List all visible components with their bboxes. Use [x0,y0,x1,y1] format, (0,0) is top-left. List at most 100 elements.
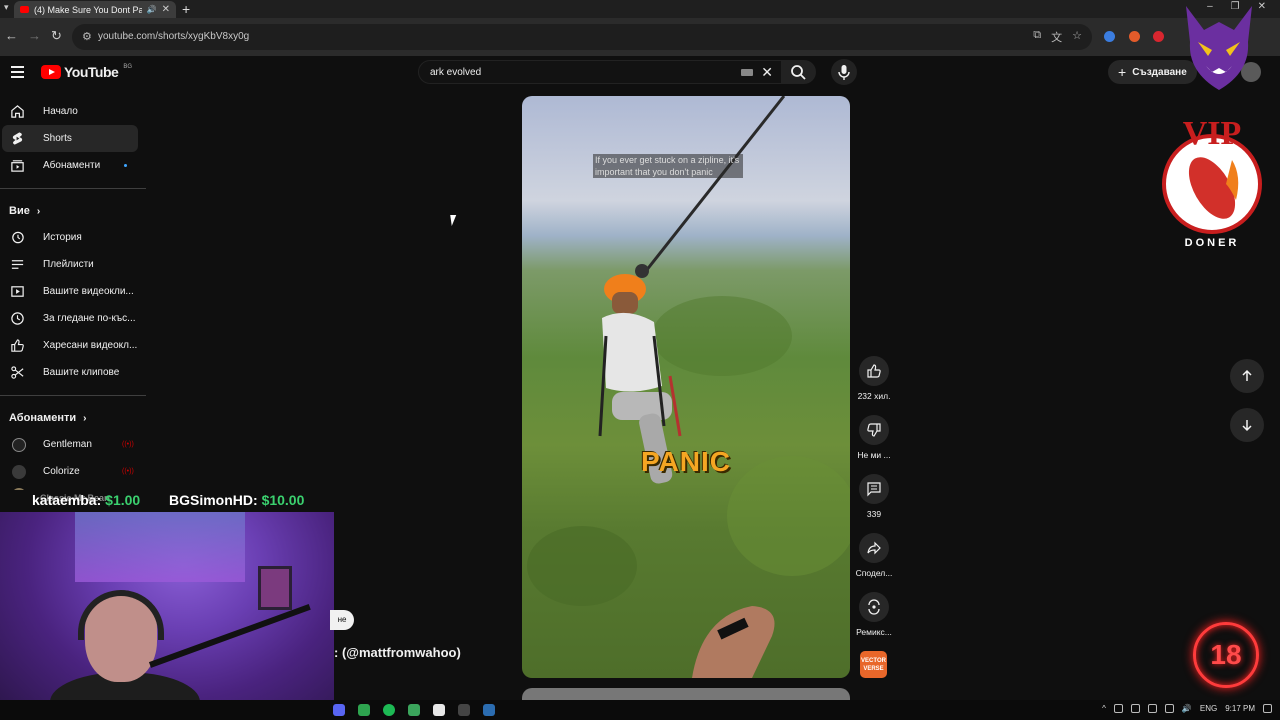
extension-icon[interactable] [1153,31,1164,42]
voice-search-button[interactable] [831,59,857,85]
sidebar-you-heading[interactable]: Вие › [0,198,148,224]
donor-name: BGSimonHD: [169,492,258,508]
video-frame-graphic [527,96,850,678]
subscriptions-heading-text: Абонаменти [9,412,77,424]
comments-button[interactable]: 339 [852,474,896,533]
discord-icon[interactable] [333,704,345,716]
search-button[interactable] [782,60,816,84]
you-heading-text: Вие [9,205,30,217]
sidebar-subscriptions-heading[interactable]: Абонаменти › [0,405,148,431]
mic-arm-graphic [148,604,311,668]
clock[interactable]: 9:17 PM [1225,704,1255,713]
spotify-icon[interactable] [383,704,395,716]
sidebar-item-clips[interactable]: Вашите клипове [2,359,146,386]
your-videos-icon [11,286,24,297]
app-icon[interactable] [408,704,420,716]
subscribe-pill[interactable]: не [330,610,354,630]
share-button[interactable]: Сподел... [852,533,896,592]
channel-avatar [12,438,26,452]
tray-app-icon[interactable] [1130,704,1140,713]
dislike-button[interactable]: Не ми ... [852,415,896,474]
watch-later-icon [11,312,24,325]
microphone-tray-icon[interactable] [1147,704,1157,713]
share-icon [867,541,881,555]
app-icon[interactable] [458,704,470,716]
short-video-player[interactable]: If you ever get stuck on a zipline, it's… [522,96,850,678]
channel-handle[interactable]: : (@mattfromwahoo) [334,645,461,660]
sidebar-item-shorts[interactable]: Shorts [2,125,138,152]
search-icon [791,65,806,80]
chevron-right-icon: › [36,205,41,217]
extension-icon[interactable] [1129,31,1140,42]
volume-icon[interactable]: 🔊 [1182,704,1192,713]
menu-icon[interactable] [11,66,24,81]
tab-search-icon[interactable]: ▾ [4,2,9,13]
browser-tab[interactable]: (4) Make Sure You Dont Pa 🔊 ✕ [14,1,176,18]
wall-poster [75,512,245,582]
like-button[interactable]: 232 хил. [852,356,896,415]
arrow-up-icon [1242,369,1252,381]
reload-icon[interactable]: ↻ [51,28,62,44]
notifications-icon[interactable] [1263,704,1272,713]
sidebar-item-liked[interactable]: Харесани видеокл... [2,332,146,359]
forward-icon[interactable]: → [28,28,41,43]
extension-icon[interactable] [1104,31,1115,42]
search-input[interactable]: ark evolved ✕ [418,60,782,84]
file-icon[interactable] [433,704,445,716]
doner-text: DONER [1185,237,1240,249]
bookmark-star-icon[interactable]: ☆ [1072,29,1082,45]
like-button-circle [859,356,889,386]
network-icon[interactable] [1164,704,1174,713]
share-button-circle [859,533,889,563]
input-language[interactable]: ENG [1200,704,1217,713]
vip-text: VIP [1183,115,1242,152]
keyboard-icon[interactable] [741,69,753,76]
youtube-favicon-icon [20,6,29,13]
sidebar-item-label: История [43,232,82,243]
sidebar-item-playlists[interactable]: Плейлисти [2,251,146,278]
back-icon[interactable]: ← [5,28,18,43]
headset-graphic [78,590,164,640]
streamer-webcam [0,512,334,720]
subscriptions-icon [11,160,24,172]
youtube-play-icon [41,65,61,79]
install-app-icon[interactable]: ⧉ [1033,29,1041,45]
close-tab-icon[interactable]: ✕ [162,4,170,15]
sidebar-item-label: Плейлисти [43,259,94,270]
tray-app-icon[interactable] [1113,704,1123,713]
dislike-label: Не ми ... [857,450,891,460]
sidebar-item-subscriptions[interactable]: Абонаменти [2,152,146,179]
sidebar-channel-colorize[interactable]: Colorize ((•)) [2,458,146,485]
sidebar-item-home[interactable]: Начало [2,98,146,125]
playlists-icon [11,260,24,269]
like-count: 232 хил. [857,391,891,401]
address-bar[interactable]: ⚙ youtube.com/shorts/xygKbV8xy0g ⧉ 文 ☆ [72,24,1092,50]
speaker-icon[interactable]: 🔊 [147,5,157,14]
sidebar-item-history[interactable]: История [2,224,146,251]
new-content-dot [124,164,127,167]
tray-expand-icon[interactable]: ^ [1102,704,1106,713]
sound-thumbnail[interactable]: VECTOR VERSE [860,651,887,678]
new-tab-button[interactable]: + [182,1,190,17]
sidebar-channel-gentleman[interactable]: Gentleman ((•)) [2,431,146,458]
clear-search-icon[interactable]: ✕ [761,64,773,81]
comment-count: 339 [866,509,882,519]
youtube-logo[interactable]: YouTube BG [41,64,132,80]
remix-button[interactable]: Ремикс... [852,592,896,651]
sidebar-item-watch-later[interactable]: За гледане по-къс... [2,305,146,332]
site-info-icon[interactable]: ⚙ [82,30,92,43]
youtube-header: YouTube BG ark evolved ✕ + Създаване [0,56,1280,92]
sidebar: Начало Shorts Абонаменти Вие › История П… [0,98,148,505]
donation-amount: $1.00 [105,492,141,508]
sidebar-item-your-videos[interactable]: Вашите видеокли... [2,278,146,305]
taskbar-apps [333,704,495,716]
tab-title: (4) Make Sure You Dont Pa [34,4,142,15]
live-indicator-icon: ((•)) [122,468,134,475]
previous-short-button[interactable] [1230,359,1264,393]
next-short-button[interactable] [1230,408,1264,442]
app-icon[interactable] [358,704,370,716]
translate-icon[interactable]: 文 [1051,29,1062,45]
app-icon[interactable] [483,704,495,716]
vip-doner-logo: VIP DONER [1162,115,1262,249]
thumbs-up-icon [867,364,881,378]
